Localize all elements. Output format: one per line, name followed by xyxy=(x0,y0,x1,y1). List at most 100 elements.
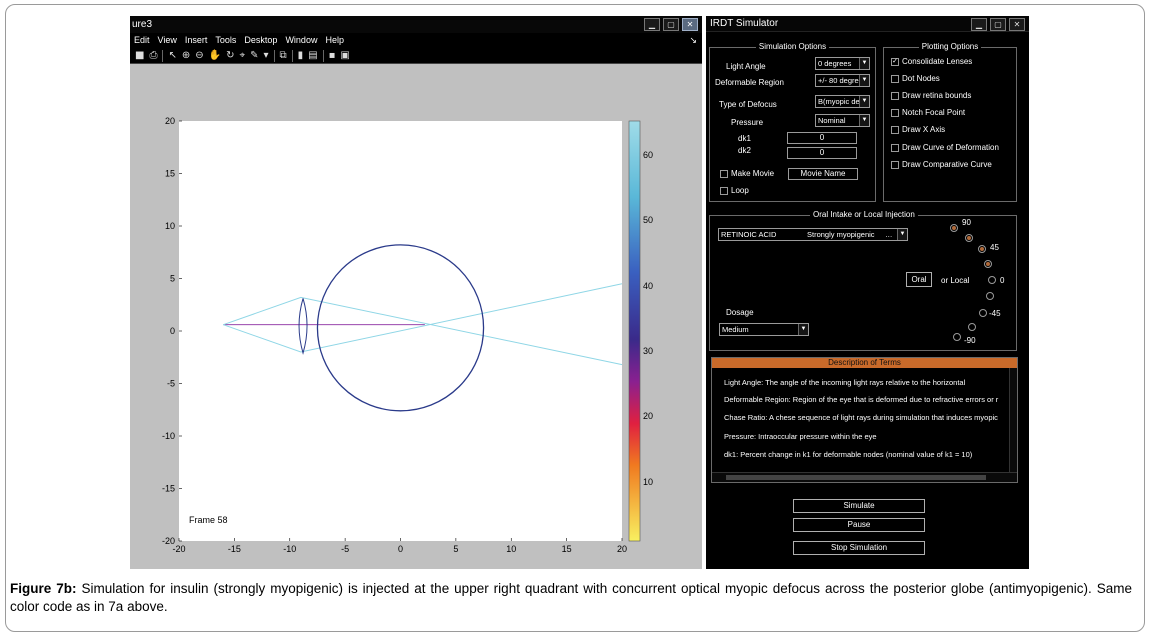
dosage-dropdown[interactable]: Medium ▼ xyxy=(719,323,809,336)
drug-dropdown[interactable]: RETINOIC ACID Strongly myopigenic … ▼ xyxy=(718,228,908,241)
injection-angle-radio[interactable] xyxy=(979,309,987,317)
draw-retina-bounds-checkbox[interactable]: Draw retina bounds xyxy=(891,90,971,101)
x-tick-label: -5 xyxy=(341,544,349,554)
save-icon[interactable]: ■ xyxy=(135,49,144,63)
maximize-icon[interactable]: ▢ xyxy=(990,18,1006,31)
angle-90-label: 90 xyxy=(962,218,971,227)
legend-icon[interactable]: ▤ xyxy=(308,49,317,63)
colorbar-icon[interactable]: ▮ xyxy=(298,49,304,63)
chevron-down-icon: ▼ xyxy=(798,324,808,335)
chevron-down-icon: ▼ xyxy=(859,96,869,107)
colorbar-tick: 50 xyxy=(643,215,653,225)
description-title: Description of Terms xyxy=(712,358,1017,368)
zoom-in-icon[interactable]: ⊕ xyxy=(182,49,190,63)
injection-angle-radio[interactable] xyxy=(950,224,958,232)
zoom-out-icon[interactable]: ⊖ xyxy=(195,49,203,63)
consolidate-lenses-checkbox[interactable]: ✓ Consolidate Lenses xyxy=(891,56,972,67)
angle-neg45-label: -45 xyxy=(989,309,1001,318)
draw-curve-deformation-checkbox[interactable]: Draw Curve of Deformation xyxy=(891,142,999,153)
plotting-options-title: Plotting Options xyxy=(918,42,982,51)
dock-icon[interactable]: ↘ xyxy=(685,33,702,48)
injection-angle-radio[interactable] xyxy=(978,245,986,253)
colorbar-tick: 20 xyxy=(643,411,653,421)
y-tick-label: -20 xyxy=(162,536,175,546)
draw-comparative-curve-checkbox[interactable]: Draw Comparative Curve xyxy=(891,159,992,170)
or-local-label: or Local xyxy=(941,276,970,285)
menu-view[interactable]: View xyxy=(154,33,181,48)
description-line: Deformable Region: Region of the eye tha… xyxy=(724,395,999,404)
injection-angle-radio[interactable] xyxy=(988,276,996,284)
draw-x-axis-checkbox[interactable]: Draw X Axis xyxy=(891,124,945,135)
print-icon[interactable]: ⎙ xyxy=(149,49,157,63)
light-angle-dropdown[interactable]: 0 degrees ▼ xyxy=(815,57,870,70)
stop-simulation-button[interactable]: Stop Simulation xyxy=(793,541,925,555)
ellipsis-icon: … xyxy=(885,230,893,239)
menu-desktop[interactable]: Desktop xyxy=(240,33,281,48)
checkbox-box xyxy=(891,74,899,83)
injection-angle-radio[interactable] xyxy=(953,333,961,341)
checkbox-label: Dot Nodes xyxy=(902,74,940,83)
oral-button[interactable]: Oral xyxy=(906,272,932,287)
brush-menu-icon[interactable]: ▾ xyxy=(264,49,269,63)
figure-menu-bar: Edit View Insert Tools Desktop Window He… xyxy=(130,33,702,48)
movie-name-input[interactable]: Movie Name xyxy=(788,168,858,180)
menu-tools[interactable]: Tools xyxy=(211,33,240,48)
defocus-type-dropdown[interactable]: B(myopic defocu...▼ xyxy=(815,95,870,108)
pointer-icon[interactable]: ↖ xyxy=(168,49,176,63)
description-panel: Description of Terms Light Angle: The an… xyxy=(711,357,1018,483)
checkbox-box xyxy=(891,125,899,134)
injection-angle-radio[interactable] xyxy=(984,260,992,268)
angle-45-label: 45 xyxy=(990,243,999,252)
x-tick-label: 20 xyxy=(617,544,627,554)
notch-focal-point-checkbox[interactable]: Notch Focal Point xyxy=(891,107,965,118)
angle-0-label: 0 xyxy=(1000,276,1005,285)
y-tick-label: 15 xyxy=(165,169,175,179)
injection-angle-radio[interactable] xyxy=(965,234,973,242)
injection-angle-radio[interactable] xyxy=(968,323,976,331)
description-line: dk1: Percent change in k1 for deformable… xyxy=(724,450,973,459)
caption-label: Figure 7b: xyxy=(10,581,77,596)
close-icon[interactable]: ✕ xyxy=(682,18,698,31)
checkbox-label: Draw X Axis xyxy=(902,125,946,134)
loop-checkbox[interactable]: Loop xyxy=(720,185,749,196)
chevron-down-icon: ▼ xyxy=(897,229,907,240)
description-horizontal-scrollbar[interactable] xyxy=(712,472,1017,482)
show-plot-tools-icon[interactable]: ▣ xyxy=(340,49,349,63)
pause-button[interactable]: Pause xyxy=(793,518,925,532)
checkbox-box xyxy=(891,108,899,117)
y-tick-label: -5 xyxy=(167,379,175,389)
data-cursor-icon[interactable]: ⌖ xyxy=(239,49,245,63)
rotate-icon[interactable]: ↻ xyxy=(226,49,234,63)
pressure-dropdown[interactable]: Nominal ▼ xyxy=(815,114,870,127)
brush-icon[interactable]: ✎ xyxy=(250,49,258,63)
link-icon[interactable]: ⧉ xyxy=(280,49,287,63)
dk2-input[interactable]: 0 xyxy=(787,147,857,159)
scrollbar-thumb[interactable] xyxy=(726,475,986,480)
light-angle-value: 0 degrees xyxy=(818,59,852,68)
injection-angle-radio[interactable] xyxy=(986,292,994,300)
minimize-icon[interactable]: ▁ xyxy=(971,18,987,31)
pan-icon[interactable]: ✋ xyxy=(209,49,221,63)
close-icon[interactable]: ✕ xyxy=(1009,18,1025,31)
menu-help[interactable]: Help xyxy=(321,33,348,48)
checkbox-label: Consolidate Lenses xyxy=(902,57,973,66)
dk1-input[interactable]: 0 xyxy=(787,132,857,144)
maximize-icon[interactable]: ▢ xyxy=(663,18,679,31)
drug-value: RETINOIC ACID xyxy=(721,230,777,239)
menu-insert[interactable]: Insert xyxy=(181,33,212,48)
plot-area: -20 -15 -10 -5 0 5 10 15 20 20151050-5-10-15-20 … xyxy=(162,116,653,554)
description-vertical-scrollbar[interactable] xyxy=(1009,368,1017,474)
menu-edit[interactable]: Edit xyxy=(130,33,154,48)
dot-nodes-checkbox[interactable]: Dot Nodes xyxy=(891,73,940,84)
chevron-down-icon: ▼ xyxy=(859,115,869,126)
deformable-region-dropdown[interactable]: +/- 80 degrees ▼ xyxy=(815,74,870,87)
toolbar-separator xyxy=(273,49,275,62)
hide-plot-tools-icon[interactable]: ▪ xyxy=(329,49,336,63)
menu-window[interactable]: Window xyxy=(281,33,321,48)
simulator-title-bar: IRDT Simulator ▁ ▢ ✕ xyxy=(706,16,1029,32)
minimize-icon[interactable]: ▁ xyxy=(644,18,660,31)
make-movie-checkbox[interactable]: Make Movie xyxy=(720,168,774,179)
colorbar-tick: 40 xyxy=(643,281,653,291)
simulate-button[interactable]: Simulate xyxy=(793,499,925,513)
y-tick-label: -10 xyxy=(162,431,175,441)
